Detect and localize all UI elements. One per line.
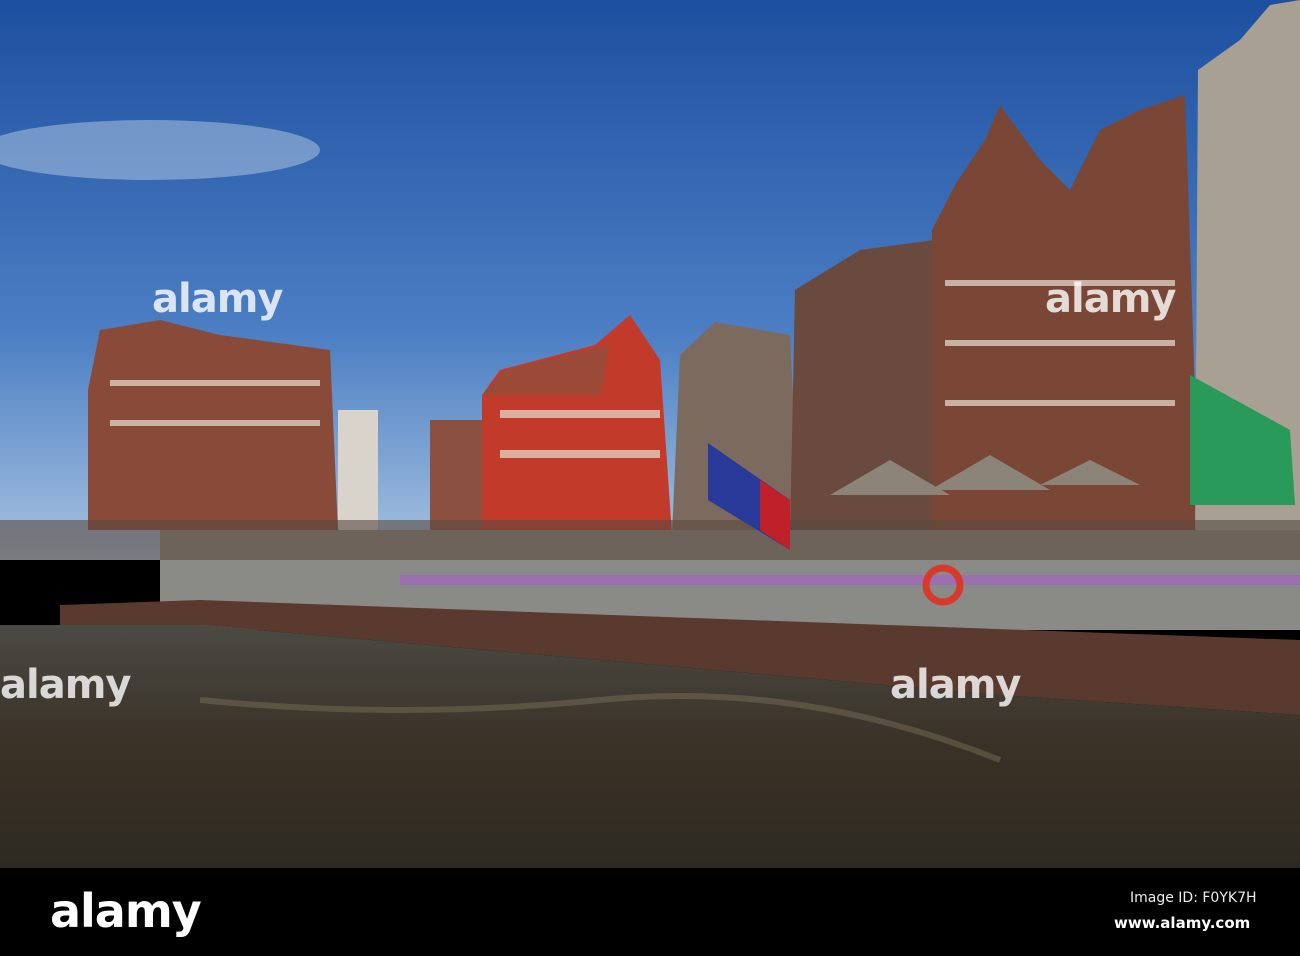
- building-small: [430, 420, 485, 535]
- photo-canal-scene: [0, 0, 1300, 868]
- watermark: alamy: [1045, 276, 1176, 322]
- crowd: [0, 520, 1300, 560]
- watermark: alamy: [0, 662, 131, 708]
- watermark: alamy: [890, 662, 1021, 708]
- alamy-logo: alamy: [50, 884, 202, 938]
- building-white: [338, 410, 378, 530]
- image-id: Image ID: F0YK7H: [1130, 890, 1257, 906]
- flower-boxes: [400, 575, 1300, 585]
- site-url: www.alamy.com: [1114, 914, 1251, 932]
- watermark: alamy: [152, 276, 283, 322]
